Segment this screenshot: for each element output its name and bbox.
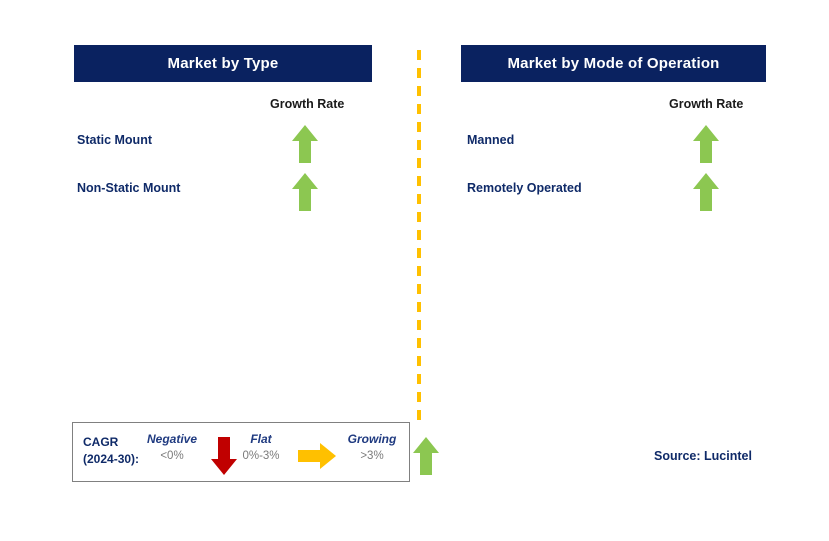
arrow-right-icon [298,443,336,469]
legend-item-negative: Negative <0% [141,431,203,465]
legend-item-growing: Growing >3% [341,431,403,465]
arrow-up-head [292,125,318,141]
table-row: Static Mount [74,125,372,173]
slide-canvas: Market by Type Growth Rate Static Mount … [0,0,829,541]
legend-item-flat: Flat 0%-3% [233,431,289,465]
table-row: Manned [461,125,766,173]
legend-item-flat-value: 0%-3% [242,450,280,462]
source-label: Source: Lucintel [654,449,752,463]
legend-item-growing-label: Growing [347,432,397,446]
row-label-remotely-operated: Remotely Operated [467,181,582,195]
panel-market-by-type: Market by Type Growth Rate Static Mount … [74,45,372,211]
arrow-right-shaft [298,450,321,462]
panel-title-market-by-mode-of-operation: Market by Mode of Operation [461,45,766,82]
column-header-growth-rate-left: Growth Rate [270,97,345,111]
arrow-up-icon [693,173,719,211]
row-label-non-static-mount: Non-Static Mount [77,181,181,195]
legend-item-growing-value: >3% [360,450,384,462]
arrow-up-shaft [700,140,712,163]
arrow-up-head [292,173,318,189]
row-label-static-mount: Static Mount [77,133,152,147]
legend-title-line-1: CAGR [83,435,119,449]
arrow-up-icon [292,125,318,163]
rows-market-by-type: Static Mount Non-Static Mount [74,125,372,221]
arrow-down-shaft [218,437,230,460]
legend-arrow-growing [413,437,439,475]
arrow-up-icon [292,173,318,211]
arrow-up-icon [693,125,719,163]
legend-title-line-2: (2024-30): [83,452,140,466]
row-growth-indicator-manned [693,125,719,163]
column-header-growth-rate-right: Growth Rate [669,97,744,111]
row-growth-indicator-static-mount [292,125,318,163]
panel-title-market-by-type: Market by Type [74,45,372,82]
arrow-up-icon [413,437,439,475]
legend-item-flat-label: Flat [250,432,272,446]
row-label-manned: Manned [467,133,515,147]
vertical-dashed-divider [417,50,421,422]
table-row: Remotely Operated [461,173,766,221]
row-growth-indicator-remotely-operated [693,173,719,211]
rows-market-by-mode-of-operation: Manned Remotely Operated [461,125,766,221]
arrow-up-head [693,125,719,141]
legend-item-negative-value: <0% [160,450,184,462]
arrow-right-head [320,443,336,469]
arrow-up-shaft [420,452,432,475]
legend-cagr-box: CAGR (2024-30): Negative <0% Flat 0%-3% [72,422,439,482]
panel-market-by-mode-of-operation: Market by Mode of Operation Growth Rate … [461,45,766,211]
arrow-up-head [693,173,719,189]
arrow-up-shaft [299,188,311,211]
legend-item-negative-label: Negative [146,432,198,446]
arrow-up-shaft [700,188,712,211]
legend-title: CAGR (2024-30): [83,434,139,468]
row-growth-indicator-non-static-mount [292,173,318,211]
arrow-up-head [413,437,439,453]
table-row: Non-Static Mount [74,173,372,221]
legend-arrow-flat [298,443,336,469]
arrow-up-shaft [299,140,311,163]
